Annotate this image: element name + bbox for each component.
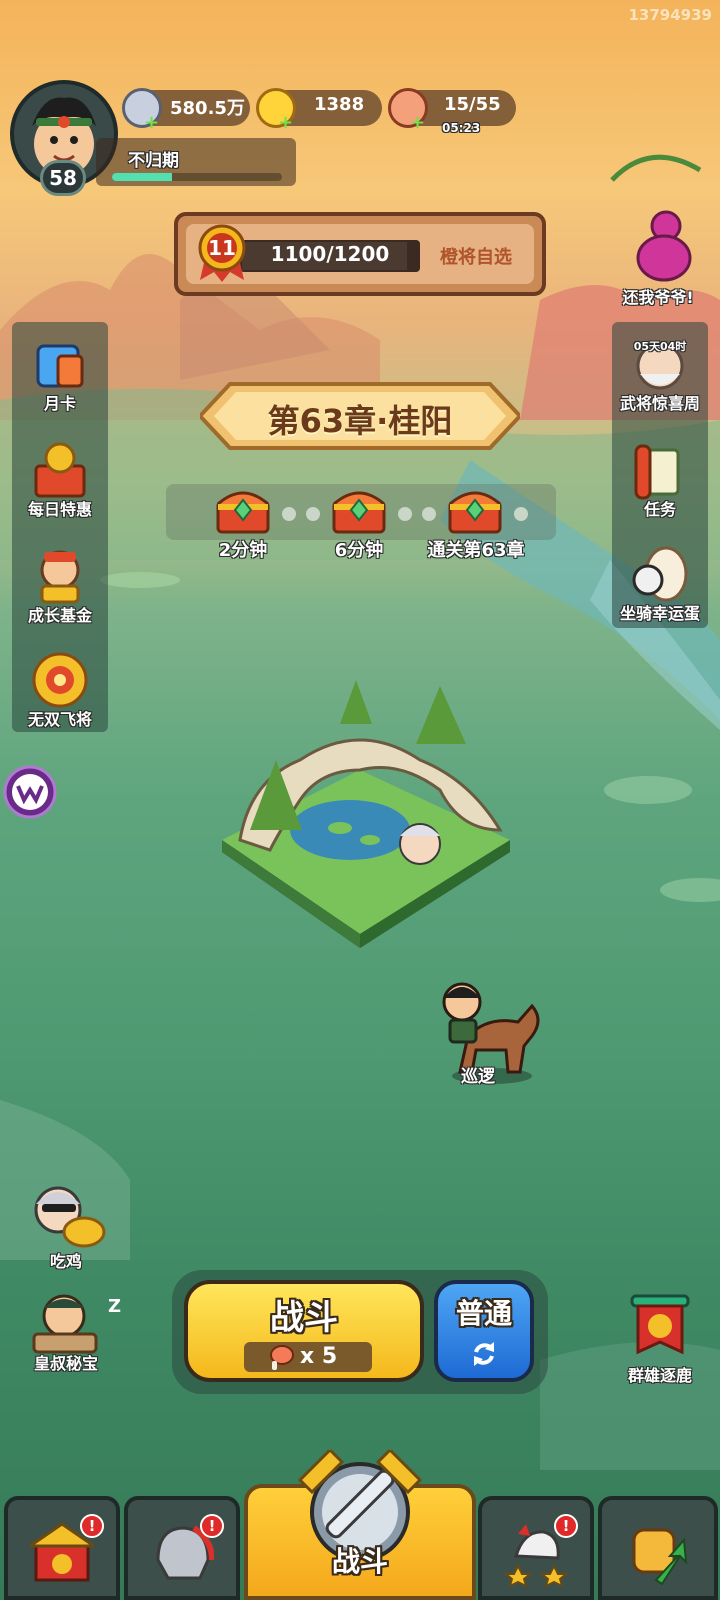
medal-level: 11: [208, 236, 236, 260]
battle-mode-label: 普通: [455, 1297, 512, 1330]
daily-deal-icon: [34, 442, 86, 498]
gold-value: 1388: [314, 94, 365, 115]
monthly-card-label: 月卡: [43, 394, 76, 413]
meat-icon: [270, 1345, 294, 1370]
chest-label: 6分钟: [334, 540, 384, 561]
build-id: 13794939: [628, 6, 713, 24]
patrol-label: 巡逻: [461, 1067, 495, 1087]
refresh-icon: [474, 1342, 494, 1366]
stamina-value: 15/55: [444, 94, 501, 115]
chest-icon[interactable]: [330, 482, 388, 534]
silver-resource[interactable]: 580.5万 +: [122, 88, 250, 132]
tab-city[interactable]: !: [4, 1496, 120, 1600]
sleep-indicator: Z: [108, 1296, 122, 1317]
add-gold-icon[interactable]: +: [278, 114, 293, 132]
xp-bar: [112, 173, 282, 181]
tab-battle-label: 战斗: [331, 1545, 388, 1578]
player-name: 不归期: [128, 151, 179, 171]
peerless-general-label: 无双飞将: [27, 710, 92, 729]
warlords-banner-icon: [630, 1294, 690, 1355]
daily-deal-label: 每日特惠: [27, 500, 92, 519]
xp-fill: [112, 173, 172, 181]
stamina-timer: 05:23: [442, 121, 481, 135]
w-floating-icon[interactable]: [2, 764, 58, 820]
player-level: 58: [40, 160, 86, 196]
tab-heroes[interactable]: !: [124, 1496, 240, 1600]
fist-arrow-icon: [632, 1528, 688, 1586]
gourd-event-label: 还我爷爷!: [622, 288, 694, 307]
monthly-card-icon: [36, 344, 84, 388]
growth-fund-icon: [40, 550, 80, 604]
scroll-icon: [634, 444, 680, 500]
chest-label: 通关第63章: [427, 540, 525, 561]
battle-button-label: 战斗: [270, 1298, 338, 1338]
stage-island[interactable]: [210, 680, 530, 970]
warlords-label: 群雄逐鹿: [627, 1366, 692, 1385]
chest-label: 2分钟: [218, 540, 268, 561]
mount-egg-label: 坐骑幸运蛋: [619, 604, 700, 623]
silver-value: 580.5万: [170, 98, 245, 119]
task-label: 任务: [643, 500, 676, 519]
peerless-general-icon: [32, 652, 88, 708]
mount-egg-icon: [632, 546, 688, 602]
chapter-title: 第63章·桂阳: [267, 402, 453, 440]
tab-ranking[interactable]: !: [478, 1496, 594, 1600]
eat-chicken-label: 吃鸡: [49, 1252, 82, 1271]
chest-icon[interactable]: [214, 482, 272, 534]
growth-fund-label: 成长基金: [27, 606, 92, 625]
chest-icon[interactable]: [446, 482, 504, 534]
add-silver-icon[interactable]: +: [144, 114, 159, 132]
gourd-icon: [610, 154, 702, 282]
uncle-treasure-icon: [32, 1294, 98, 1354]
battle-cost: x 5: [300, 1344, 338, 1369]
alert-badge: !: [554, 1514, 578, 1538]
tab-upgrade[interactable]: [598, 1496, 718, 1600]
alert-badge: !: [80, 1514, 104, 1538]
banner-progress-text: 1100/1200: [270, 242, 390, 266]
uncle-treasure-label: 皇叔秘宝: [33, 1354, 98, 1373]
add-stamina-icon[interactable]: +: [410, 114, 425, 132]
gold-resource[interactable]: 1388 +: [256, 88, 382, 132]
general-surprise-label: 武将惊喜周: [619, 394, 700, 413]
alert-badge: !: [200, 1514, 224, 1538]
general-surprise-timer: 05天04时: [633, 340, 687, 353]
orange-general-select-link[interactable]: 橙将自选: [440, 243, 512, 269]
eat-chicken-icon: [34, 1186, 106, 1248]
